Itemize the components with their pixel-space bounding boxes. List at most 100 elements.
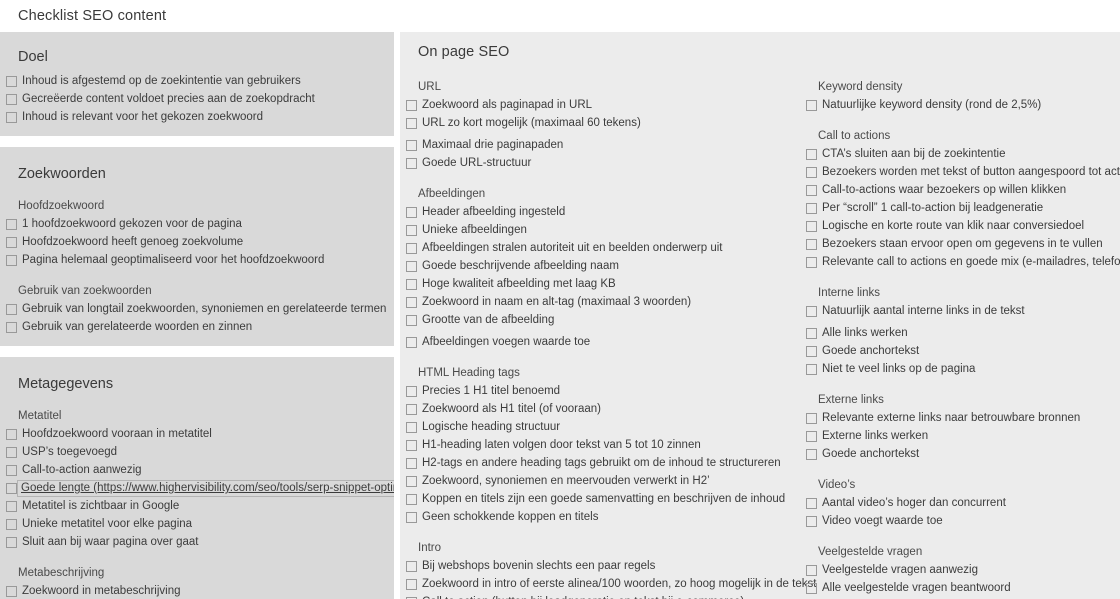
checklist-item[interactable]: Logische heading structuur <box>400 418 800 436</box>
checkbox-icon[interactable] <box>406 315 417 326</box>
checkbox-icon[interactable] <box>406 158 417 169</box>
checklist-item[interactable]: 1 hoofdzoekwoord gekozen voor de pagina <box>0 215 394 233</box>
checkbox-icon[interactable] <box>6 501 17 512</box>
checklist-item[interactable]: Call-to-actions waar bezoekers op willen… <box>800 181 1120 199</box>
checkbox-icon[interactable] <box>6 447 17 458</box>
checkbox-icon[interactable] <box>806 185 817 196</box>
checkbox-icon[interactable] <box>6 76 17 87</box>
checklist-item[interactable]: Goede URL-structuur <box>400 154 800 172</box>
checklist-item[interactable]: Hoofdzoekwoord vooraan in metatitel <box>0 425 394 443</box>
checkbox-icon[interactable] <box>6 483 17 494</box>
checklist-item[interactable]: Gebruik van longtail zoekwoorden, synoni… <box>0 300 394 318</box>
checkbox-icon[interactable] <box>806 346 817 357</box>
checkbox-icon[interactable] <box>6 304 17 315</box>
checkbox-icon[interactable] <box>6 112 17 123</box>
checkbox-icon[interactable] <box>806 449 817 460</box>
checkbox-icon[interactable] <box>406 225 417 236</box>
checklist-item[interactable]: Bij webshops bovenin slechts een paar re… <box>400 557 800 575</box>
checklist-item[interactable]: Precies 1 H1 titel benoemd <box>400 382 800 400</box>
checklist-item[interactable]: Relevante call to actions en goede mix (… <box>800 253 1120 271</box>
checklist-item[interactable]: Zoekwoord, synoniemen en meervouden verw… <box>400 472 800 490</box>
checklist-item[interactable]: Video voegt waarde toe <box>800 512 1120 530</box>
checklist-item[interactable]: Sluit aan bij waar pagina over gaat <box>0 533 394 551</box>
checkbox-icon[interactable] <box>6 429 17 440</box>
checklist-item[interactable]: Zoekwoord als paginapad in URL <box>400 96 800 114</box>
checklist-item[interactable]: Geen schokkende koppen en titels <box>400 508 800 526</box>
checklist-item[interactable]: Aantal video’s hoger dan concurrent <box>800 494 1120 512</box>
checkbox-icon[interactable] <box>806 516 817 527</box>
checkbox-icon[interactable] <box>6 219 17 230</box>
checkbox-icon[interactable] <box>806 239 817 250</box>
checkbox-icon[interactable] <box>406 494 417 505</box>
checkbox-icon[interactable] <box>406 261 417 272</box>
checkbox-icon[interactable] <box>806 413 817 424</box>
checklist-item[interactable]: Natuurlijk aantal interne links in de te… <box>800 302 1120 320</box>
checkbox-icon[interactable] <box>406 279 417 290</box>
checklist-item[interactable]: Zoekwoord in naam en alt-tag (maximaal 3… <box>400 293 800 311</box>
checklist-item[interactable]: Koppen en titels zijn een goede samenvat… <box>400 490 800 508</box>
checklist-item[interactable]: Header afbeelding ingesteld <box>400 203 800 221</box>
checklist-item[interactable]: Zoekwoord in intro of eerste alinea/100 … <box>400 575 816 593</box>
checkbox-icon[interactable] <box>406 422 417 433</box>
checklist-item[interactable]: Unieke afbeeldingen <box>400 221 800 239</box>
checkbox-icon[interactable] <box>806 257 817 268</box>
checkbox-icon[interactable] <box>406 297 417 308</box>
checklist-item[interactable]: Zoekwoord in metabeschrijving <box>0 582 394 599</box>
checkbox-icon[interactable] <box>6 586 17 597</box>
checklist-item[interactable]: Bezoekers staan ervoor open om gegevens … <box>800 235 1120 253</box>
checklist-item[interactable]: H2-tags en andere heading tags gebruikt … <box>400 454 800 472</box>
checkbox-icon[interactable] <box>406 243 417 254</box>
checklist-item[interactable]: Goede anchortekst <box>800 445 1120 463</box>
checklist-item[interactable]: Goede beschrijvende afbeelding naam <box>400 257 800 275</box>
checkbox-icon[interactable] <box>806 100 817 111</box>
checkbox-icon[interactable] <box>806 306 817 317</box>
checkbox-icon[interactable] <box>6 537 17 548</box>
checkbox-icon[interactable] <box>406 386 417 397</box>
checklist-item[interactable]: Gecreëerde content voldoet precies aan d… <box>0 90 394 108</box>
checklist-item[interactable]: Zoekwoord als H1 titel (of vooraan) <box>400 400 800 418</box>
checklist-item[interactable]: Afbeeldingen voegen waarde toe <box>400 333 800 351</box>
checklist-item[interactable]: H1-heading laten volgen door tekst van 5… <box>400 436 800 454</box>
checklist-item[interactable]: Relevante externe links naar betrouwbare… <box>800 409 1120 427</box>
checklist-item[interactable]: Inhoud is relevant voor het gekozen zoek… <box>0 108 394 126</box>
checkbox-icon[interactable] <box>6 237 17 248</box>
checklist-item-link[interactable]: Goede lengte (https://www.highervisibili… <box>17 480 394 497</box>
checkbox-icon[interactable] <box>406 207 417 218</box>
checklist-item[interactable]: Grootte van de afbeelding <box>400 311 800 329</box>
checklist-item[interactable]: USP’s toegevoegd <box>0 443 394 461</box>
checklist-item[interactable]: Bezoekers worden met tekst of button aan… <box>800 163 1120 181</box>
checkbox-icon[interactable] <box>806 583 817 594</box>
checklist-item[interactable]: Externe links werken <box>800 427 1120 445</box>
checkbox-icon[interactable] <box>806 203 817 214</box>
checklist-item[interactable]: Pagina helemaal geoptimaliseerd voor het… <box>0 251 394 269</box>
checklist-item[interactable]: Maximaal drie paginapaden <box>400 136 800 154</box>
checklist-item[interactable]: Alle links werken <box>800 324 1120 342</box>
checklist-item[interactable]: Natuurlijke keyword density (rond de 2,5… <box>800 96 1120 114</box>
checklist-item[interactable]: Goede lengte (https://www.highervisibili… <box>0 479 394 497</box>
checkbox-icon[interactable] <box>406 579 417 590</box>
checklist-item[interactable]: Logische en korte route van klik naar co… <box>800 217 1120 235</box>
checkbox-icon[interactable] <box>6 94 17 105</box>
checkbox-icon[interactable] <box>6 465 17 476</box>
checklist-item[interactable]: Gebruik van gerelateerde woorden en zinn… <box>0 318 394 336</box>
checklist-item[interactable]: CTA’s sluiten aan bij de zoekintentie <box>800 145 1120 163</box>
checklist-item[interactable]: Inhoud is afgestemd op de zoekintentie v… <box>0 72 394 90</box>
checkbox-icon[interactable] <box>406 140 417 151</box>
checkbox-icon[interactable] <box>6 255 17 266</box>
checkbox-icon[interactable] <box>406 337 417 348</box>
checklist-item[interactable]: Call-to-action aanwezig <box>0 461 394 479</box>
checklist-item[interactable]: Unieke metatitel voor elke pagina <box>0 515 394 533</box>
checkbox-icon[interactable] <box>406 476 417 487</box>
checkbox-icon[interactable] <box>806 328 817 339</box>
checkbox-icon[interactable] <box>406 561 417 572</box>
checklist-item[interactable]: Metatitel is zichtbaar in Google <box>0 497 394 515</box>
checklist-item[interactable]: URL zo kort mogelijk (maximaal 60 tekens… <box>400 114 800 132</box>
checkbox-icon[interactable] <box>806 364 817 375</box>
checkbox-icon[interactable] <box>406 512 417 523</box>
checkbox-icon[interactable] <box>806 167 817 178</box>
checkbox-icon[interactable] <box>406 440 417 451</box>
checkbox-icon[interactable] <box>406 118 417 129</box>
checklist-item[interactable]: Veelgestelde vragen aanwezig <box>800 561 1120 579</box>
checklist-item[interactable]: Afbeeldingen stralen autoriteit uit en b… <box>400 239 800 257</box>
checkbox-icon[interactable] <box>806 221 817 232</box>
